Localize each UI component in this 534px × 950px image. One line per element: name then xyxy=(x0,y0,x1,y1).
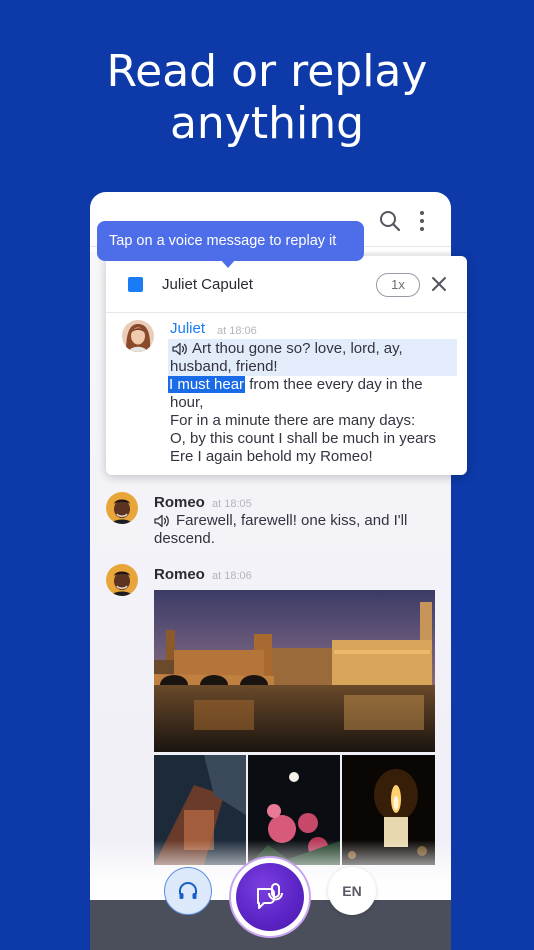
replay-tooltip: Tap on a voice message to replay it xyxy=(97,221,364,261)
headphones-icon xyxy=(179,882,197,899)
record-button[interactable] xyxy=(236,863,304,931)
avatar-romeo[interactable] xyxy=(106,492,138,524)
sender-romeo: Romeo xyxy=(154,566,205,583)
playback-speed-button[interactable]: 1x xyxy=(376,273,420,297)
stop-button[interactable] xyxy=(128,277,143,292)
message-line[interactable]: For in a minute there are many days: xyxy=(170,412,415,430)
sender-romeo: Romeo xyxy=(154,494,205,511)
speaker-icon xyxy=(154,514,169,528)
voice-player-card: Juliet Capulet 1x Juliet at 18:06 Art th… xyxy=(106,256,467,475)
card-divider xyxy=(106,312,467,313)
timestamp-romeo: at 18:06 xyxy=(212,570,252,582)
player-contact-name: Juliet Capulet xyxy=(162,276,253,293)
message-line[interactable]: O, by this count I shall be much in year… xyxy=(170,430,436,448)
message-line[interactable]: hour, xyxy=(170,394,203,412)
timestamp-juliet: at 18:06 xyxy=(217,325,257,337)
headline-line-2: anything xyxy=(169,98,365,149)
message-line[interactable]: Art thou gone so? love, lord, ay, xyxy=(192,340,403,358)
speaker-icon xyxy=(172,342,187,356)
tooltip-arrow xyxy=(220,259,236,268)
message-line[interactable]: descend. xyxy=(154,530,215,548)
message-line-rest: from thee every day in the xyxy=(249,376,423,393)
close-icon[interactable] xyxy=(430,275,448,293)
headline: Read or replay anything xyxy=(0,46,534,150)
search-icon[interactable] xyxy=(378,209,402,233)
sender-juliet: Juliet xyxy=(170,320,206,337)
avatar-romeo[interactable] xyxy=(106,564,138,596)
listen-button[interactable] xyxy=(164,867,212,915)
message-line[interactable]: I must hear from thee every day in the xyxy=(168,376,423,394)
timestamp-romeo: at 18:05 xyxy=(212,498,252,510)
microphone-chat-icon xyxy=(257,883,283,909)
message-line[interactable]: Farewell, farewell! one kiss, and I'll xyxy=(176,512,407,530)
headline-line-1: Read or replay xyxy=(106,46,428,97)
more-options-icon[interactable] xyxy=(416,209,428,233)
avatar-juliet[interactable] xyxy=(122,320,154,352)
message-line[interactable]: husband, friend! xyxy=(170,358,278,376)
message-line[interactable]: Ere I again behold my Romeo! xyxy=(170,448,373,466)
current-word-highlight: I must hear xyxy=(168,376,246,393)
photo-verona-bridge[interactable] xyxy=(154,590,435,752)
language-button[interactable]: EN xyxy=(328,867,376,915)
